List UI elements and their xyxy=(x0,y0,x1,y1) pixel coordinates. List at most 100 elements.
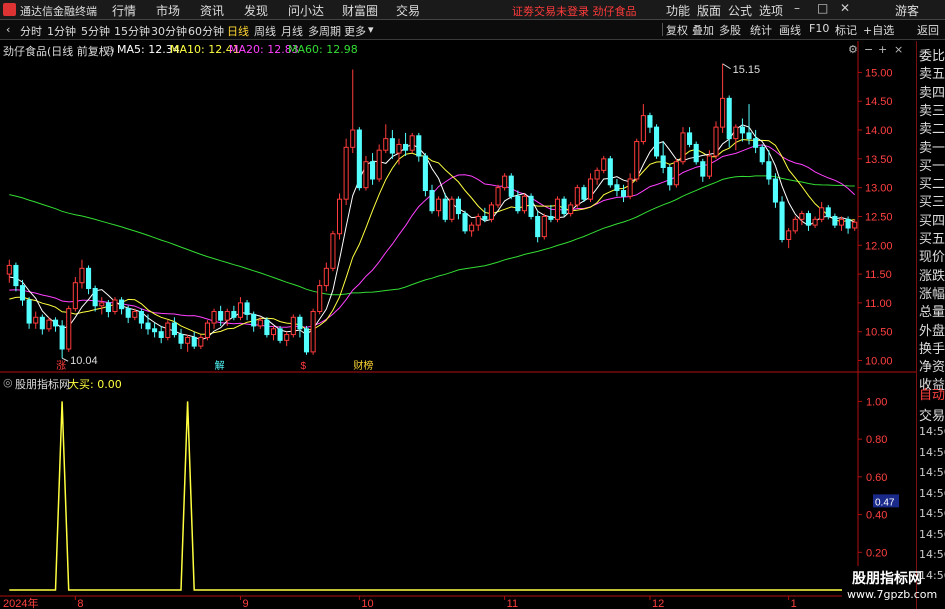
period-30min[interactable]: 30分钟 xyxy=(151,23,187,39)
panel-close-icon[interactable]: × xyxy=(894,43,903,56)
candle-body xyxy=(310,311,316,353)
candle-body xyxy=(158,331,164,338)
candle-body xyxy=(171,322,177,336)
ma-settings-icon[interactable]: ◎ xyxy=(105,43,115,56)
menu-gongneng[interactable]: 功能 xyxy=(666,2,690,19)
price-tick-label: 11.00 xyxy=(865,298,892,310)
price-tick-label: 12.50 xyxy=(865,211,893,223)
candle-body xyxy=(720,97,726,128)
btn-huaxian[interactable]: 画线 xyxy=(779,22,801,38)
quote-field-label: 买一 xyxy=(919,158,945,174)
kline-chart-area[interactable]: 15.00 14.50 14.00 13.50 13.00 12.50 12.00 11.50… xyxy=(0,0,945,609)
candle-body xyxy=(323,267,329,287)
btn-f10[interactable]: F10 xyxy=(809,22,829,35)
indicator-tick-label: 0.20 xyxy=(866,547,887,559)
period-15min[interactable]: 15分钟 xyxy=(114,23,150,39)
min-price-label: 10.04 xyxy=(70,355,98,367)
period-multi[interactable]: 多周期 xyxy=(308,23,341,39)
candle-body xyxy=(396,143,402,154)
guest-label[interactable]: 游客 xyxy=(895,2,919,19)
event-marker: 涨 xyxy=(56,360,66,372)
quote-field-label: 卖四 xyxy=(919,85,945,101)
menu-caifuquan[interactable]: 财富圈 xyxy=(342,2,378,19)
candle-body xyxy=(687,132,693,145)
menu-banmian[interactable]: 版面 xyxy=(697,2,721,19)
period-daily[interactable]: 日线 xyxy=(227,23,249,39)
candle-body xyxy=(72,282,78,310)
candle-body xyxy=(231,311,237,318)
login-notice[interactable]: 证劵交易未登录 劲仔食品 xyxy=(512,3,637,19)
candle-body xyxy=(772,178,778,203)
candle-body xyxy=(535,215,541,238)
candle-body xyxy=(706,155,712,177)
candle-body xyxy=(634,141,640,180)
period-1min[interactable]: 1分钟 xyxy=(47,23,76,39)
menu-wenxiaoda[interactable]: 问小达 xyxy=(288,2,324,19)
candle-body xyxy=(766,161,772,180)
candle-body xyxy=(792,218,798,232)
toolbar-arrow-icon[interactable]: ‹ xyxy=(6,23,10,36)
price-tick-label: 13.00 xyxy=(865,183,893,195)
trade-label[interactable]: 交易 xyxy=(919,405,945,424)
zoom-in-icon[interactable]: + xyxy=(878,43,887,56)
quote-field-label: 净资 xyxy=(919,360,945,376)
candle-body xyxy=(290,316,296,336)
minimize-icon[interactable]: – xyxy=(794,1,800,15)
candle-body xyxy=(409,135,415,151)
tick-time: 14:56 xyxy=(919,507,945,520)
candle-body xyxy=(19,285,26,301)
quote-field-label: 卖二 xyxy=(919,122,945,138)
btn-fanhui[interactable]: 返回 xyxy=(917,22,939,38)
period-monthly[interactable]: 月线 xyxy=(281,23,303,39)
menu-shichang[interactable]: 市场 xyxy=(156,2,180,19)
settings-gear-icon[interactable]: ⚙ xyxy=(848,43,858,56)
period-5min[interactable]: 5分钟 xyxy=(81,23,110,39)
menu-bar: 通达信金融终端 行情 市场 资讯 发现 问小达 财富圈 交易 证劵交易未登录 劲… xyxy=(0,0,945,20)
more-chevron-icon[interactable]: ▾ xyxy=(368,23,374,36)
menu-gongshi[interactable]: 公式 xyxy=(728,2,752,19)
btn-fuquan[interactable]: 复权 xyxy=(666,22,688,38)
candle-body xyxy=(92,287,98,307)
period-more[interactable]: 更多 xyxy=(344,23,366,39)
menu-zixun[interactable]: 资讯 xyxy=(200,2,224,19)
btn-duogu[interactable]: 多股 xyxy=(719,22,741,38)
btn-biaoji[interactable]: 标记 xyxy=(835,22,857,38)
menu-jiaoyi[interactable]: 交易 xyxy=(396,2,420,19)
candle-body xyxy=(568,204,574,215)
btn-diejia[interactable]: 叠加 xyxy=(692,22,714,38)
btn-zixuan[interactable]: +自选 xyxy=(863,22,894,38)
restore-icon[interactable]: □ xyxy=(817,1,828,15)
quote-field-label: 卖五 xyxy=(919,67,945,83)
candle-body xyxy=(343,146,349,200)
period-fenshi[interactable]: 分时 xyxy=(20,23,42,39)
indicator-settings-icon[interactable]: ◎ xyxy=(3,376,13,389)
candle-body xyxy=(350,129,356,148)
candle-body xyxy=(449,198,455,220)
zoom-out-icon[interactable]: − xyxy=(864,43,873,56)
candle-body xyxy=(132,311,138,318)
event-marker: 财榜 xyxy=(353,359,373,372)
auto-toggle[interactable]: 自动 xyxy=(919,384,945,403)
candle-body xyxy=(297,316,303,330)
candle-body xyxy=(264,319,270,336)
menu-hangqing[interactable]: 行情 xyxy=(112,2,136,19)
period-weekly[interactable]: 周线 xyxy=(254,23,276,39)
candle-body xyxy=(541,215,547,238)
quote-field-label: 涨跌 xyxy=(919,268,945,284)
candle-body xyxy=(819,207,825,220)
candle-body xyxy=(138,311,144,324)
close-icon[interactable]: ✕ xyxy=(840,1,850,15)
watermark-line1: 股朋指标网 xyxy=(852,571,922,587)
btn-tongji[interactable]: 统计 xyxy=(750,22,772,38)
menu-xuanxiang[interactable]: 选项 xyxy=(759,2,783,19)
stock-title: 劲仔食品(日线 前复权) xyxy=(3,45,115,58)
candle-body xyxy=(191,336,197,347)
menu-faxian[interactable]: 发现 xyxy=(244,2,268,19)
watermark-line2: www.7gpzb.com xyxy=(847,588,938,601)
app-title: 通达信金融终端 xyxy=(20,5,97,18)
ma5-line xyxy=(9,124,855,341)
period-60min[interactable]: 60分钟 xyxy=(188,23,224,39)
time-axis-label: 10 xyxy=(361,598,373,609)
candle-body xyxy=(455,198,461,215)
candle-body xyxy=(356,129,362,189)
